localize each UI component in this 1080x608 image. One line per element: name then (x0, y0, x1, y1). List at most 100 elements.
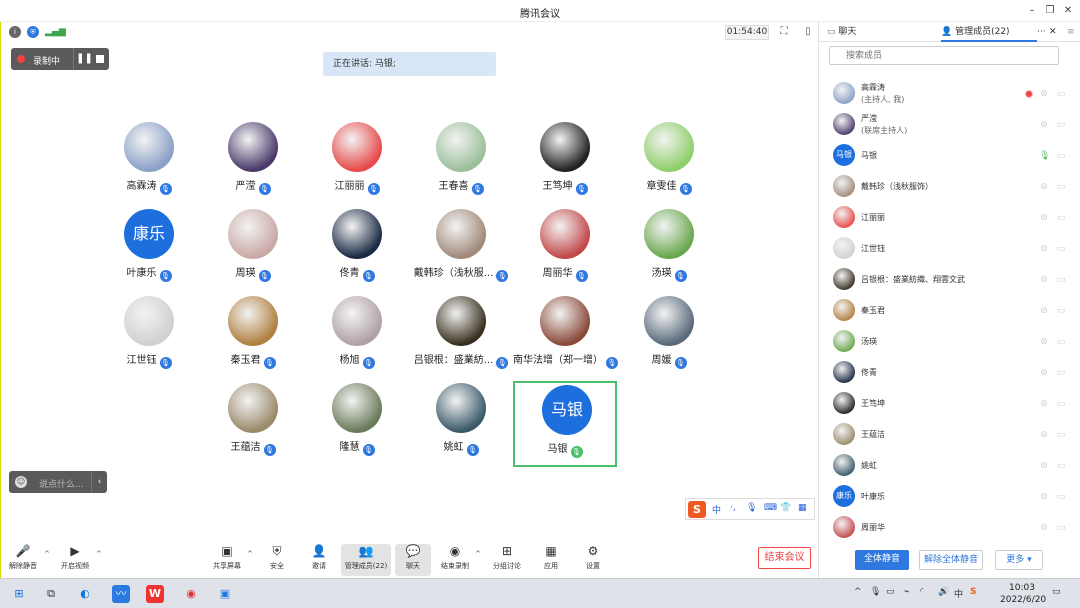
chevron-left-icon[interactable]: ‹ (91, 471, 107, 493)
close-icon[interactable]: ✕ (1060, 3, 1076, 19)
camera-off-icon[interactable]: ▭ (1055, 367, 1067, 379)
member-row[interactable]: 马银 马银 🎙 ▭ (819, 140, 1080, 170)
chevron-up-icon[interactable]: ^ (854, 587, 862, 597)
ime-toolbar[interactable]: S 中 ·, 🎙 ⌨ 👕 ▦ (685, 498, 815, 520)
member-row[interactable]: 王蕴洁 ⊘ ▭ (819, 419, 1080, 449)
participant-tile[interactable]: 高霖涛 🎙 (97, 120, 201, 206)
restore-icon[interactable]: ❐ (1042, 3, 1058, 19)
mute-all-button[interactable]: 全体静音 (855, 550, 909, 570)
minimize-icon[interactable]: – (1024, 3, 1040, 19)
more-button[interactable]: 更多 ▾ (995, 550, 1043, 570)
chat-button[interactable]: 💬 聊天 (395, 544, 431, 576)
window-app-icon[interactable]: ▣ (216, 585, 234, 603)
participant-tile[interactable]: 佟青 🎙 (305, 207, 409, 293)
menu-icon[interactable]: ≡ (1067, 22, 1075, 42)
emoji-icon[interactable]: ☺ (15, 476, 27, 488)
end-recording-button[interactable]: ◉ 结束录制 (437, 544, 473, 576)
mic-muted-icon[interactable]: ⊘ (1039, 336, 1049, 348)
signal-icon[interactable]: ▂▄▆ (45, 26, 66, 38)
keyboard-icon[interactable]: ⌨ (764, 503, 777, 513)
participant-tile[interactable]: 姚虹 🎙 (409, 381, 513, 467)
camera-off-icon[interactable]: ▭ (1055, 522, 1067, 534)
participant-tile[interactable]: 周媛 🎙 (617, 294, 721, 380)
participant-tile[interactable]: 章雯佳 🎙 (617, 120, 721, 206)
participant-tile[interactable]: 南华法增（郑一增） 🎙 (513, 294, 618, 380)
volume-icon[interactable]: 🔊 (938, 587, 949, 597)
participant-tile[interactable]: 马银 马银 🎙 (513, 381, 617, 467)
chevron-up-icon[interactable]: ^ (44, 550, 50, 558)
ime-mode-label[interactable]: 中 (712, 503, 721, 516)
member-row[interactable]: 严滢 (联席主持人) ⊘ ▭ (819, 109, 1080, 139)
microphone-icon[interactable]: 🎙 (746, 503, 757, 513)
camera-off-icon[interactable]: ▭ (1055, 305, 1067, 317)
mic-muted-icon[interactable]: ⊘ (1039, 460, 1049, 472)
breakout-rooms-button[interactable]: ⊞ 分组讨论 (489, 544, 525, 576)
participant-tile[interactable]: 王笃坤 🎙 (513, 120, 617, 206)
manage-members-button[interactable]: 👥 管理成员(22) (341, 544, 391, 576)
participant-tile[interactable]: 王蕴洁 🎙 (201, 381, 305, 467)
stop-recording-button[interactable] (96, 55, 104, 63)
member-row[interactable]: 汤瑛 ⊘ ▭ (819, 326, 1080, 356)
mic-muted-icon[interactable]: ⊘ (1039, 305, 1049, 317)
participant-tile[interactable]: 王春喜 🎙 (409, 120, 513, 206)
chevron-up-icon[interactable]: ^ (247, 550, 253, 558)
mic-muted-icon[interactable]: ⊘ (1039, 119, 1049, 131)
participant-tile[interactable]: 杨旭 🎙 (305, 294, 409, 380)
windows-start-icon[interactable]: ⊞ (10, 585, 28, 603)
layout-icon[interactable]: ▯ (801, 25, 815, 39)
tab-members[interactable]: 👤 管理成员(22) (941, 22, 1037, 42)
member-row[interactable]: 江世钰 ⊘ ▭ (819, 233, 1080, 263)
camera-off-icon[interactable]: ▭ (1055, 429, 1067, 441)
mic-muted-icon[interactable]: ⊘ (1039, 491, 1049, 503)
shield-icon[interactable]: ⛨ (27, 26, 39, 38)
camera-off-icon[interactable]: ▭ (1055, 460, 1067, 472)
camera-off-icon[interactable]: ▭ (1055, 119, 1067, 131)
security-button[interactable]: ⛨ 安全 (259, 544, 295, 576)
member-search-input[interactable] (829, 46, 1059, 65)
participant-tile[interactable]: 江丽丽 🎙 (305, 120, 409, 206)
camera-off-icon[interactable]: ▭ (1055, 274, 1067, 286)
invite-button[interactable]: 👤 邀请 (301, 544, 337, 576)
participant-tile[interactable]: 戴韩珍（浅秋服... 🎙 (409, 207, 513, 293)
member-row[interactable]: 高霖涛 (主持人, 我) ⊘ ▭ (819, 78, 1080, 108)
participant-tile[interactable]: 隆慧 🎙 (305, 381, 409, 467)
grid-icon[interactable]: ▦ (798, 503, 807, 513)
close-panel-icon[interactable]: ✕ (1049, 22, 1057, 42)
more-options-icon[interactable]: ··· (1037, 22, 1046, 42)
battery-icon[interactable]: ▭ (886, 587, 895, 597)
member-row[interactable]: 秦玉君 ⊘ ▭ (819, 295, 1080, 325)
apps-button[interactable]: ▦ 应用 (533, 544, 569, 576)
camera-off-icon[interactable]: ▭ (1055, 212, 1067, 224)
camera-off-icon[interactable]: ▭ (1055, 398, 1067, 410)
member-row[interactable]: 姚虹 ⊘ ▭ (819, 450, 1080, 480)
mic-muted-icon[interactable]: ⊘ (1039, 212, 1049, 224)
mic-muted-icon[interactable]: ⊘ (1039, 429, 1049, 441)
mic-muted-icon[interactable]: ⊘ (1039, 367, 1049, 379)
share-screen-button[interactable]: ▣ 共享屏幕 (209, 544, 245, 576)
sogou-tray-icon[interactable]: S (970, 587, 976, 597)
participant-tile[interactable]: 汤瑛 🎙 (617, 207, 721, 293)
mic-muted-icon[interactable]: ⊘ (1039, 398, 1049, 410)
task-view-icon[interactable]: ⧉ (42, 585, 60, 603)
microphone-icon[interactable]: 🎙 (870, 587, 881, 597)
end-meeting-button[interactable]: 结束会议 (758, 547, 811, 569)
unmute-all-button[interactable]: 解除全体静音 (919, 550, 983, 570)
mic-muted-icon[interactable]: ⊘ (1039, 88, 1049, 100)
pause-recording-button[interactable]: ❚❚ (73, 48, 95, 70)
camera-off-icon[interactable]: ▭ (1055, 491, 1067, 503)
start-video-button[interactable]: ▶ 开启视频 (57, 544, 93, 576)
member-row[interactable]: 戴韩珍（浅秋服饰） ⊘ ▭ (819, 171, 1080, 201)
tab-chat[interactable]: ▭ 聊天 (827, 22, 937, 42)
chat-input-bar[interactable]: ☺ 说点什么... ‹ (9, 471, 107, 493)
settings-button[interactable]: ⚙ 设置 (575, 544, 611, 576)
fullscreen-icon[interactable]: ⛶ (777, 25, 791, 39)
network-icon[interactable]: ⌁ (904, 587, 909, 597)
mic-muted-icon[interactable]: ⊘ (1039, 274, 1049, 286)
member-row[interactable]: 吕银根：盛業紡織、翔雲文武 ⊘ ▭ (819, 264, 1080, 294)
skin-icon[interactable]: 👕 (780, 503, 791, 513)
participant-tile[interactable]: 周丽华 🎙 (513, 207, 617, 293)
participant-tile[interactable]: 康乐 叶康乐 🎙 (97, 207, 201, 293)
participant-tile[interactable]: 吕银根：盛業紡... 🎙 (409, 294, 513, 380)
member-row[interactable]: 佟青 ⊘ ▭ (819, 357, 1080, 387)
participant-tile[interactable]: 秦玉君 🎙 (201, 294, 305, 380)
